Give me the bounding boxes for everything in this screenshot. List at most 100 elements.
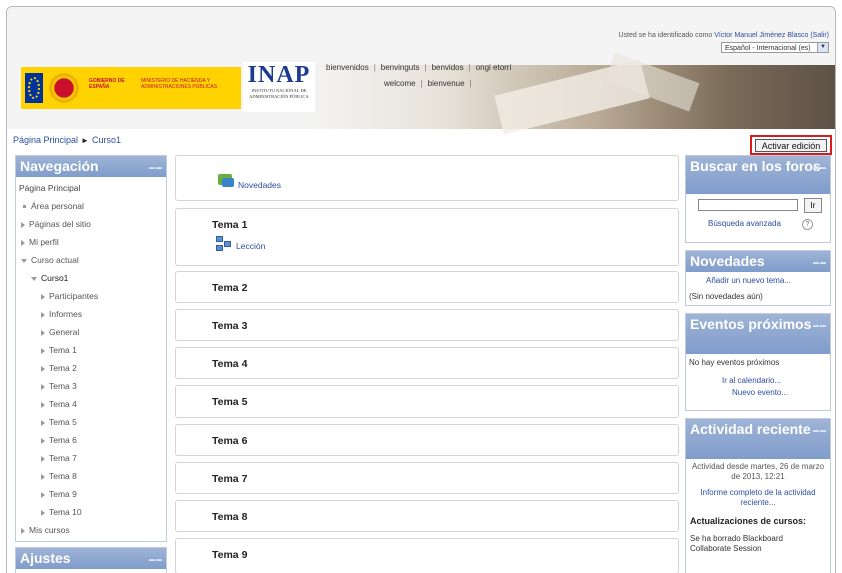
- search-go-button[interactable]: Ir: [804, 198, 822, 213]
- no-events-text: No hay eventos próximos: [689, 358, 780, 367]
- block-controls-icon[interactable]: ▬▬: [149, 160, 163, 177]
- header-banner-image: [307, 52, 835, 135]
- nav-item-label: Curso actual: [31, 255, 79, 265]
- welcome-row-1: bienvenidos | benvinguts | benvidos | ongi eto…: [321, 63, 516, 72]
- nav-item[interactable]: Tema 1: [19, 341, 163, 359]
- course-section-general: Novedades: [175, 155, 679, 201]
- collapsed-arrow-icon: [41, 365, 45, 372]
- forum-icon: [218, 174, 234, 187]
- collapsed-arrow-icon: [41, 293, 45, 300]
- news-forum-link[interactable]: Novedades: [238, 180, 281, 190]
- bullet-icon: [23, 205, 26, 209]
- welcome-row-2: welcome | bienvenue |: [379, 79, 472, 88]
- nav-item[interactable]: General: [19, 323, 163, 341]
- events-title: Eventos próximos: [690, 316, 812, 332]
- nav-item[interactable]: Mis cursos: [19, 521, 163, 539]
- course-section: Tema 4: [175, 347, 679, 379]
- help-icon[interactable]: ?: [802, 219, 813, 230]
- nav-item[interactable]: Curso1: [19, 269, 163, 287]
- nav-item[interactable]: Tema 8: [19, 467, 163, 485]
- block-controls-icon[interactable]: ▬▬: [149, 552, 163, 569]
- nav-item[interactable]: Curso actual: [19, 251, 163, 269]
- nav-item[interactable]: Tema 7: [19, 449, 163, 467]
- collapsed-arrow-icon: [41, 347, 45, 354]
- search-forums-block: Buscar en los foros ▬▬ Ir Búsqueda avanz…: [685, 155, 831, 243]
- collapsed-arrow-icon: [21, 239, 25, 246]
- add-topic-link[interactable]: Añadir un nuevo tema...: [706, 276, 791, 285]
- collapsed-arrow-icon: [41, 419, 45, 426]
- eu-flag-icon: [25, 73, 43, 103]
- nav-item[interactable]: Tema 5: [19, 413, 163, 431]
- nav-item-label: Tema 9: [49, 489, 77, 499]
- site-header: Usted se ha identificado como Víctor Man…: [7, 7, 835, 135]
- section-title: Tema 1: [212, 219, 248, 231]
- login-info: Usted se ha identificado como Víctor Man…: [618, 32, 829, 39]
- gov-text: GOBIERNO DE ESPAÑA: [89, 78, 125, 90]
- navigation-title: Navegación: [20, 158, 99, 174]
- nav-item[interactable]: Participantes: [19, 287, 163, 305]
- breadcrumb-separator: ►: [81, 136, 89, 145]
- full-report-link[interactable]: Informe completo de la actividad recient…: [690, 488, 826, 508]
- chevron-down-icon[interactable]: ▼: [817, 43, 828, 52]
- search-forums-title: Buscar en los foros: [690, 158, 821, 174]
- lesson-icon: [216, 236, 232, 251]
- nav-item[interactable]: Informes: [19, 305, 163, 323]
- nav-item[interactable]: Tema 4: [19, 395, 163, 413]
- breadcrumb-home[interactable]: Página Principal: [13, 135, 78, 145]
- nav-item[interactable]: Mi perfil: [19, 233, 163, 251]
- nav-item-label: Mis cursos: [29, 525, 70, 535]
- section-title: Tema 2: [212, 282, 248, 294]
- inap-wordmark: INAP: [247, 62, 311, 88]
- news-block: Novedades ▬▬ Añadir un nuevo tema... (Si…: [685, 250, 831, 306]
- nav-item[interactable]: Tema 9: [19, 485, 163, 503]
- collapsed-arrow-icon: [41, 455, 45, 462]
- course-section: Tema 6: [175, 424, 679, 456]
- nav-item[interactable]: Tema 3: [19, 377, 163, 395]
- course-updates-heading: Actualizaciones de cursos:: [690, 516, 807, 526]
- collapsed-arrow-icon: [41, 437, 45, 444]
- nav-item[interactable]: Tema 2: [19, 359, 163, 377]
- welcome-word: bienvenidos: [326, 63, 369, 72]
- settings-block-header: Ajustes ▬▬: [16, 548, 166, 569]
- course-section: Tema 8: [175, 500, 679, 532]
- welcome-word: ongi etorri: [475, 63, 512, 72]
- section-title: Tema 4: [212, 358, 248, 370]
- logout-link[interactable]: (Salir): [810, 32, 829, 39]
- nav-item[interactable]: Tema 10: [19, 503, 163, 521]
- advanced-search-link[interactable]: Búsqueda avanzada: [708, 219, 781, 228]
- user-link[interactable]: Víctor Manuel Jiménez Blasco: [714, 32, 808, 39]
- settings-title: Ajustes: [20, 550, 71, 566]
- expanded-arrow-icon: [31, 276, 37, 281]
- nav-item-label: Participantes: [49, 291, 99, 301]
- block-controls-icon[interactable]: ▬▬: [813, 423, 827, 440]
- no-news-text: (Sin novedades aún): [689, 292, 763, 301]
- search-forums-input[interactable]: [698, 199, 798, 211]
- section-title: Tema 6: [212, 435, 248, 447]
- lesson-activity-link[interactable]: Lección: [236, 241, 265, 251]
- section-title: Tema 8: [212, 511, 248, 523]
- turn-editing-on-button[interactable]: Activar edición: [755, 139, 827, 152]
- language-select[interactable]: Español - Internacional (es) ▼: [721, 42, 829, 53]
- inap-subtitle: INSTITUTO NACIONAL DE ADMINISTRACIÓN PÚB…: [249, 88, 309, 99]
- breadcrumb: Página Principal ► Curso1: [13, 135, 121, 145]
- calendar-link[interactable]: Ir al calendario...: [722, 376, 781, 385]
- nav-home[interactable]: Página Principal: [19, 179, 163, 197]
- block-controls-icon[interactable]: ▬▬: [813, 255, 827, 272]
- nav-item[interactable]: Tema 6: [19, 431, 163, 449]
- section-title: Tema 5: [212, 396, 248, 408]
- collapsed-arrow-icon: [41, 491, 45, 498]
- recent-activity-header: Actividad reciente ▬▬: [686, 419, 830, 459]
- course-section: Tema 3: [175, 309, 679, 341]
- breadcrumb-current[interactable]: Curso1: [92, 135, 121, 145]
- nav-item-label: Tema 1: [49, 345, 77, 355]
- new-event-link[interactable]: Nuevo evento...: [732, 388, 788, 397]
- nav-item[interactable]: Páginas del sitio: [19, 215, 163, 233]
- block-controls-icon[interactable]: ▬▬: [813, 160, 827, 177]
- nav-item-label: Mi perfil: [29, 237, 59, 247]
- course-section: Tema 1 Lección: [175, 208, 679, 266]
- block-controls-icon[interactable]: ▬▬: [813, 318, 827, 335]
- course-section: Tema 7: [175, 462, 679, 494]
- nav-item[interactable]: Área personal: [19, 197, 163, 215]
- nav-item-label: Tema 10: [49, 507, 82, 517]
- nav-item-label: Tema 4: [49, 399, 77, 409]
